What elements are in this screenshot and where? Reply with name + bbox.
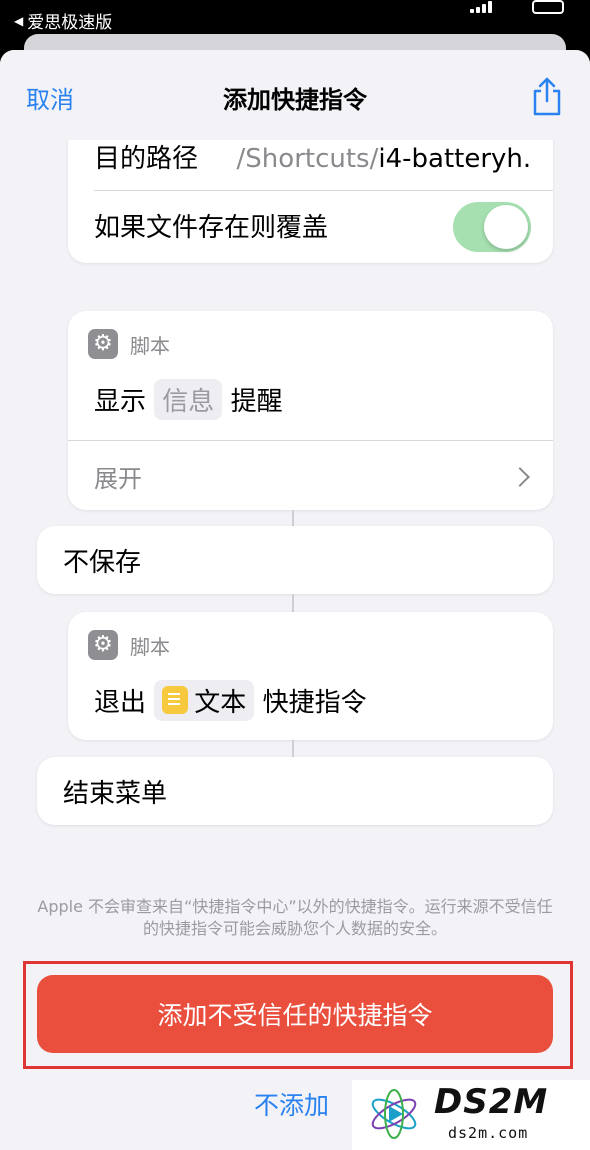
- action-suffix: 提醒: [230, 387, 283, 417]
- wifi-icon: [502, 1, 522, 13]
- dont-add-button[interactable]: 不添加: [254, 1086, 329, 1122]
- action-prefix: 退出: [94, 688, 147, 718]
- gear-icon: ⚙: [88, 329, 118, 359]
- atom-logo-icon: [371, 1089, 417, 1139]
- end-menu-card: 结束菜单: [37, 757, 553, 825]
- overwrite-toggle[interactable]: [453, 202, 531, 252]
- end-menu-label: 结束菜单: [63, 779, 168, 809]
- connector-line: [292, 510, 294, 526]
- back-to-app[interactable]: ◀ 爱思极速版: [14, 8, 112, 33]
- alert-action: 显示 信息 提醒: [94, 379, 531, 420]
- category-label: 脚本: [130, 634, 170, 659]
- add-shortcut-sheet: 取消 添加快捷指令 目的路径 /Shortcuts/i4-batteryh...…: [0, 50, 590, 1150]
- gear-icon: ⚙: [88, 630, 118, 660]
- row-divider: [94, 190, 553, 191]
- watermark-url: ds2m.com: [448, 1124, 529, 1142]
- share-icon[interactable]: [530, 76, 564, 116]
- back-triangle-icon: ◀: [14, 13, 24, 28]
- signal-icon: [470, 1, 492, 13]
- watermark-title: DS2M: [434, 1082, 549, 1122]
- destination-label: 目的路径: [94, 144, 199, 174]
- back-app-label: 爱思极速版: [27, 13, 113, 33]
- connector-line: [292, 740, 294, 757]
- info-token[interactable]: 信息: [154, 379, 223, 420]
- watermark: DS2M ds2m.com: [352, 1080, 590, 1150]
- page-title: 添加快捷指令: [223, 86, 367, 114]
- action-suffix: 快捷指令: [262, 688, 367, 718]
- status-indicators: [470, 0, 564, 14]
- exit-action: 退出 文本 快捷指令: [94, 680, 531, 721]
- destination-file: i4-batteryh...: [378, 144, 531, 174]
- toggle-knob: [484, 205, 528, 249]
- action-prefix: 显示: [94, 387, 147, 417]
- exit-shortcut-card: ⚙ 脚本 退出 文本 快捷指令: [68, 612, 553, 740]
- status-bar: ◀ 爱思极速版: [0, 0, 590, 36]
- nav-bar: 取消 添加快捷指令: [0, 50, 590, 140]
- row-divider: [68, 440, 553, 441]
- category-label: 脚本: [130, 333, 170, 358]
- otherwise-card: 不保存: [37, 526, 553, 594]
- document-icon: [162, 686, 189, 714]
- expand-row[interactable]: 展开: [94, 459, 531, 494]
- text-token[interactable]: 文本: [154, 680, 255, 721]
- security-disclaimer: Apple 不会审查来自“快捷指令中心”以外的快捷指令。运行来源不受信任的快捷指…: [37, 897, 553, 938]
- highlight-box: [23, 961, 573, 1069]
- text-token-label: 文本: [194, 688, 247, 718]
- destination-row[interactable]: 目的路径 /Shortcuts/i4-batteryh...: [94, 138, 531, 175]
- destination-prefix: /Shortcuts/: [236, 144, 379, 174]
- battery-icon: [532, 0, 564, 14]
- otherwise-label: 不保存: [63, 548, 142, 578]
- script-category: ⚙ 脚本: [88, 329, 170, 359]
- script-category: ⚙ 脚本: [88, 630, 170, 660]
- show-alert-card: ⚙ 脚本 显示 信息 提醒 展开: [68, 311, 553, 510]
- connector-line: [292, 594, 294, 612]
